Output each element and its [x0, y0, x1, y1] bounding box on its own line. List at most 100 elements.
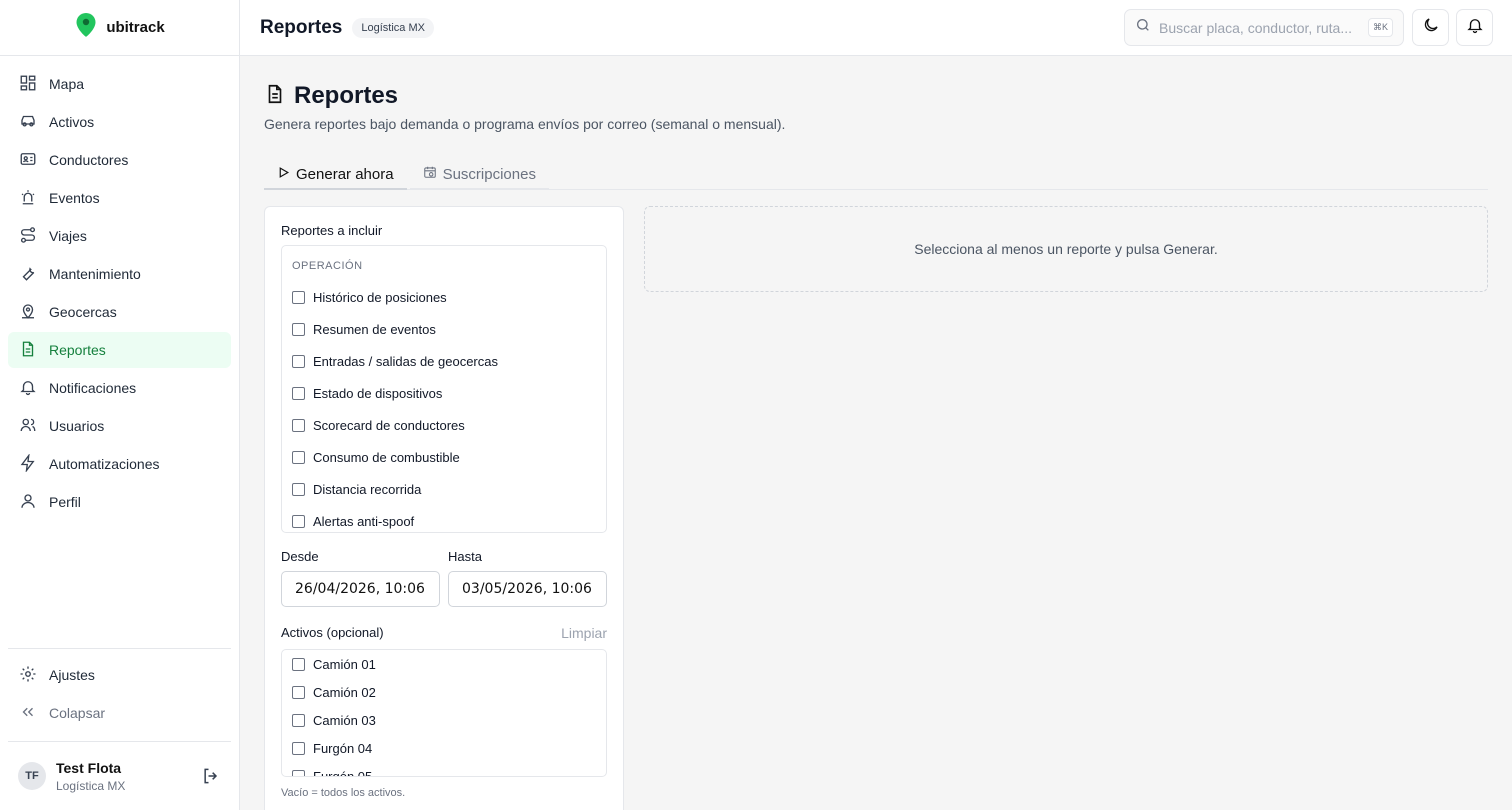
route-icon: [19, 226, 37, 247]
checkbox[interactable]: [292, 769, 305, 776]
tab-generar-ahora[interactable]: Generar ahora: [264, 160, 407, 190]
checkbox[interactable]: [292, 386, 305, 400]
checkbox[interactable]: [292, 322, 305, 336]
map-icon: [19, 74, 37, 95]
report-checkbox-row[interactable]: Resumen de eventos: [292, 313, 596, 345]
sidebar: ubitrack Mapa Activos Conductores Evento…: [0, 0, 240, 810]
assets-list[interactable]: Camión 01 Camión 02 Camión 03 Furgón 04 …: [281, 649, 607, 777]
checkbox[interactable]: [292, 657, 305, 671]
asset-label: Furgón 05: [313, 768, 373, 777]
reports-list[interactable]: OPERACIÓN Histórico de posiciones Resume…: [281, 245, 607, 533]
report-checkbox-row[interactable]: Entradas / salidas de geocercas: [292, 345, 596, 377]
search-icon: [1135, 17, 1151, 38]
tabs: Generar ahora Suscripciones: [264, 160, 1488, 190]
sidebar-item-conductores[interactable]: Conductores: [8, 142, 231, 178]
sidebar-item-label: Perfil: [49, 494, 81, 510]
asset-checkbox-row[interactable]: Furgón 04: [292, 734, 596, 762]
sidebar-item-mantenimiento[interactable]: Mantenimiento: [8, 256, 231, 292]
brand[interactable]: ubitrack: [0, 0, 239, 56]
file-icon: [264, 83, 286, 110]
report-checkbox-row[interactable]: Alertas anti-spoof: [292, 505, 596, 532]
map-pin-logo-icon: [74, 12, 98, 43]
sidebar-item-perfil[interactable]: Perfil: [8, 484, 231, 520]
gear-icon: [19, 665, 37, 686]
notifications-button[interactable]: [1456, 9, 1493, 46]
to-date-input[interactable]: 03/05/2026, 10:06: [448, 571, 607, 607]
topbar: Reportes Logística MX Buscar placa, cond…: [240, 0, 1512, 56]
checkbox[interactable]: [292, 450, 305, 464]
report-checkbox-row[interactable]: Scorecard de conductores: [292, 409, 596, 441]
collapse-button[interactable]: Colapsar: [8, 695, 231, 731]
assets-hint: Vacío = todos los activos.: [281, 787, 406, 799]
sidebar-item-activos[interactable]: Activos: [8, 104, 231, 140]
bell-icon: [1466, 16, 1484, 39]
search-input[interactable]: Buscar placa, conductor, ruta... ⌘K: [1124, 9, 1404, 46]
report-label: Distancia recorrida: [313, 481, 422, 497]
sidebar-item-viajes[interactable]: Viajes: [8, 218, 231, 254]
sidebar-item-geocercas[interactable]: Geocercas: [8, 294, 231, 330]
sidebar-item-label: Mantenimiento: [49, 266, 141, 282]
sidebar-item-mapa[interactable]: Mapa: [8, 66, 231, 102]
users-icon: [19, 416, 37, 437]
asset-label: Camión 01: [313, 656, 376, 672]
asset-checkbox-row[interactable]: Camión 02: [292, 678, 596, 706]
theme-toggle-button[interactable]: [1412, 9, 1449, 46]
checkbox[interactable]: [292, 685, 305, 699]
checkbox[interactable]: [292, 713, 305, 727]
car-icon: [19, 112, 37, 133]
sidebar-item-label: Eventos: [49, 190, 100, 206]
reports-label: Reportes a incluir: [281, 223, 383, 238]
checkbox[interactable]: [292, 514, 305, 528]
tab-suscripciones[interactable]: Suscripciones: [409, 160, 549, 190]
asset-checkbox-row[interactable]: Camión 01: [292, 650, 596, 678]
user-profile: TF Test Flota Logística MX: [8, 741, 231, 810]
report-checkbox-row[interactable]: Consumo de combustible: [292, 441, 596, 473]
group-title: OPERACIÓN: [292, 260, 363, 272]
sidebar-item-notificaciones[interactable]: Notificaciones: [8, 370, 231, 406]
checkbox[interactable]: [292, 741, 305, 755]
clear-assets-button[interactable]: Limpiar: [561, 625, 607, 641]
sidebar-item-label: Notificaciones: [49, 380, 137, 396]
report-checkbox-row[interactable]: Estado de dispositivos: [292, 377, 596, 409]
page-header-title: Reportes: [260, 16, 343, 38]
assets-label: Activos (opcional): [281, 625, 384, 640]
page-title: Reportes: [294, 82, 399, 109]
asset-checkbox-row[interactable]: Camión 03: [292, 706, 596, 734]
id-card-icon: [19, 150, 37, 171]
asset-checkbox-row[interactable]: Furgón 05: [292, 762, 596, 777]
report-label: Consumo de combustible: [313, 449, 460, 465]
sidebar-item-eventos[interactable]: Eventos: [8, 180, 231, 216]
report-label: Entradas / salidas de geocercas: [313, 353, 498, 369]
chevrons-left-icon: [19, 703, 37, 724]
map-pin-icon: [19, 302, 37, 323]
from-date-input[interactable]: 26/04/2026, 10:06: [281, 571, 440, 607]
user-org: Logística MX: [56, 778, 126, 793]
tab-label: Suscripciones: [442, 165, 536, 183]
page-subtitle: Genera reportes bajo demanda o programa …: [264, 116, 786, 132]
sidebar-item-ajustes[interactable]: Ajustes: [8, 657, 231, 693]
sidebar-item-automatizaciones[interactable]: Automatizaciones: [8, 446, 231, 482]
search-placeholder: Buscar placa, conductor, ruta...: [1159, 19, 1352, 36]
report-label: Estado de dispositivos: [313, 385, 443, 401]
report-label: Alertas anti-spoof: [313, 513, 415, 529]
sidebar-item-label: Automatizaciones: [49, 456, 160, 472]
main-content: Reportes Genera reportes bajo demanda o …: [240, 56, 1512, 810]
sidebar-item-label: Geocercas: [49, 304, 117, 320]
sidebar-item-usuarios[interactable]: Usuarios: [8, 408, 231, 444]
checkbox[interactable]: [292, 290, 305, 304]
checkbox[interactable]: [292, 354, 305, 368]
logout-icon[interactable]: [201, 766, 221, 786]
sidebar-footer: Ajustes Colapsar: [8, 648, 231, 733]
report-checkbox-row[interactable]: Distancia recorrida: [292, 473, 596, 505]
shortcut-badge: ⌘K: [1367, 18, 1393, 37]
tab-label: Generar ahora: [296, 165, 394, 183]
checkbox[interactable]: [292, 418, 305, 432]
sidebar-item-reportes[interactable]: Reportes: [8, 332, 231, 368]
checkbox[interactable]: [292, 482, 305, 496]
asset-label: Camión 03: [313, 712, 376, 728]
zap-icon: [19, 452, 37, 475]
report-checkbox-row[interactable]: Histórico de posiciones: [292, 281, 596, 313]
user-name: Test Flota: [56, 759, 122, 776]
sidebar-nav: Mapa Activos Conductores Eventos Viajes …: [0, 56, 239, 532]
brand-name: ubitrack: [106, 19, 165, 36]
